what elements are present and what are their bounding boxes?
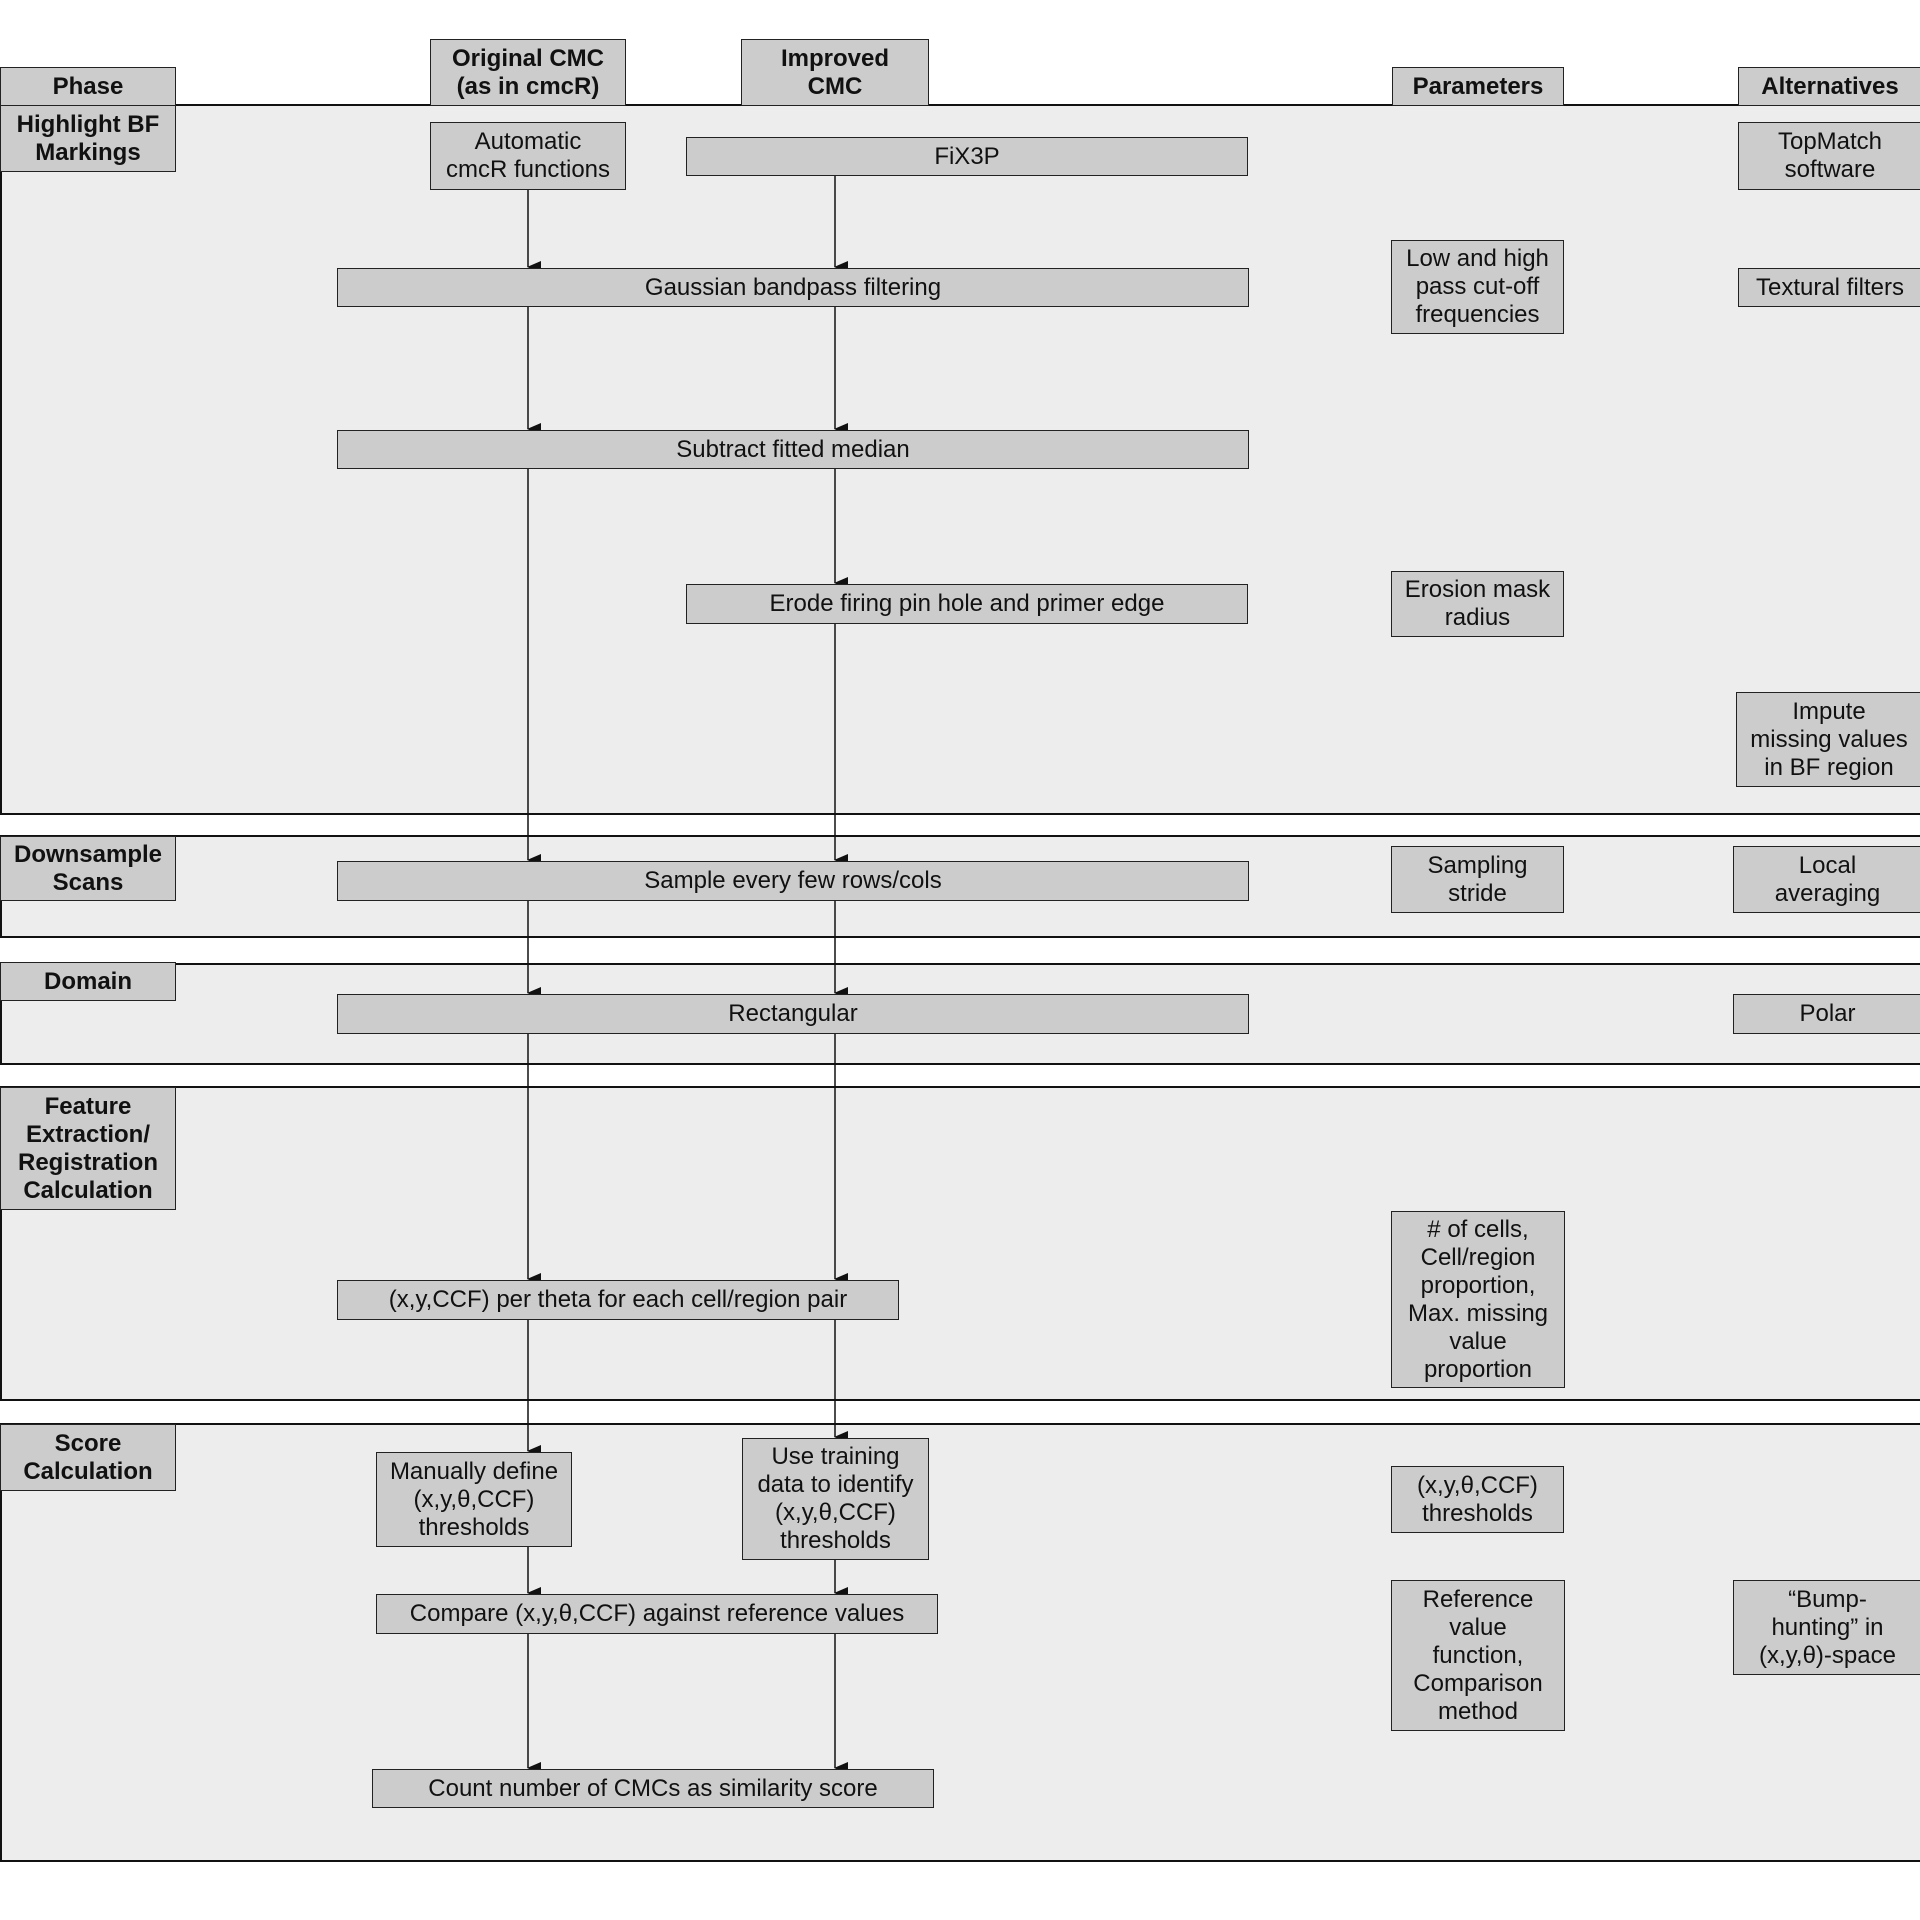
step-erode-firing-pin: Erode firing pin hole and primer edge: [686, 584, 1248, 624]
step-subtract-fitted-median: Subtract fitted median: [337, 430, 1249, 469]
param-cells: # of cells, Cell/region proportion, Max.…: [1391, 1211, 1565, 1388]
alt-bump-hunting: “Bump- hunting” in (x,y,θ)-space: [1733, 1580, 1920, 1675]
phase-highlight-bf-markings: Highlight BF Markings: [0, 105, 176, 172]
band-feature-extraction: [0, 1086, 1920, 1401]
phase-feature-extraction: Feature Extraction/ Registration Calcula…: [0, 1087, 176, 1210]
step-fix3p: FiX3P: [686, 137, 1248, 176]
step-gaussian-bandpass: Gaussian bandpass filtering: [337, 268, 1249, 307]
header-parameters: Parameters: [1392, 67, 1564, 106]
alt-impute-missing: Impute missing values in BF region: [1736, 692, 1920, 787]
step-xyccf-per-theta: (x,y,CCF) per theta for each cell/region…: [337, 1280, 899, 1320]
header-improved-cmc: Improved CMC: [741, 39, 929, 106]
param-thresholds: (x,y,θ,CCF) thresholds: [1391, 1466, 1564, 1533]
alt-polar: Polar: [1733, 994, 1920, 1034]
alt-textural-filters: Textural filters: [1738, 268, 1920, 307]
alt-topmatch: TopMatch software: [1738, 122, 1920, 190]
param-sampling-stride: Sampling stride: [1391, 846, 1564, 913]
param-erosion-radius: Erosion mask radius: [1391, 571, 1564, 637]
step-manually-define-thresholds: Manually define (x,y,θ,CCF) thresholds: [376, 1452, 572, 1547]
header-alternatives: Alternatives: [1738, 67, 1920, 106]
alt-local-averaging: Local averaging: [1733, 846, 1920, 913]
phase-domain: Domain: [0, 962, 176, 1001]
phase-downsample-scans: Downsample Scans: [0, 836, 176, 901]
step-automatic-cmcr-functions: Automatic cmcR functions: [430, 122, 626, 190]
step-rectangular: Rectangular: [337, 994, 1249, 1034]
step-count-cmcs: Count number of CMCs as similarity score: [372, 1769, 934, 1808]
step-sample-rows-cols: Sample every few rows/cols: [337, 861, 1249, 901]
phase-score-calculation: Score Calculation: [0, 1424, 176, 1491]
header-original-cmc: Original CMC (as in cmcR): [430, 39, 626, 106]
step-compare-reference: Compare (x,y,θ,CCF) against reference va…: [376, 1594, 938, 1634]
param-cutoff-frequencies: Low and high pass cut-off frequencies: [1391, 240, 1564, 334]
step-training-data-thresholds: Use training data to identify (x,y,θ,CCF…: [742, 1438, 929, 1560]
header-phase: Phase: [0, 67, 176, 106]
band-score-calculation: [0, 1423, 1920, 1862]
param-reference-function: Reference value function, Comparison met…: [1391, 1580, 1565, 1731]
